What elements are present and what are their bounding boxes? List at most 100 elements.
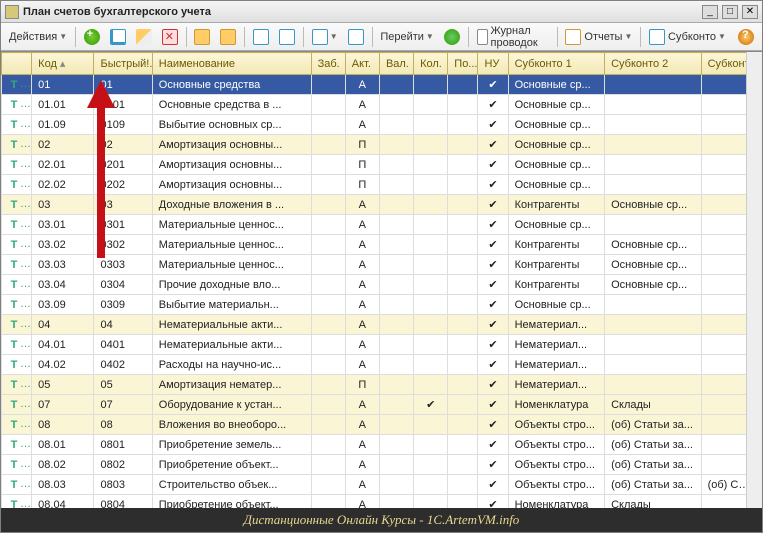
cell-s1: Номенклатура xyxy=(508,395,605,415)
refresh-button[interactable] xyxy=(440,26,464,48)
col-code[interactable]: Код ▴ xyxy=(32,53,94,75)
cell-s1: Контрагенты xyxy=(508,195,605,215)
actions-menu[interactable]: Действия▼ xyxy=(5,26,71,48)
account-icon: T xyxy=(8,79,20,91)
cell-s2 xyxy=(605,175,702,195)
cell-po xyxy=(448,335,478,355)
cell-po xyxy=(448,275,478,295)
table-row[interactable]: T08.040804Приобретение объект...А✔Номенк… xyxy=(2,495,762,509)
col-s2[interactable]: Субконто 2 xyxy=(605,53,702,75)
folder1-button[interactable] xyxy=(190,26,214,48)
cell-code: 08.01 xyxy=(32,435,94,455)
cell-nu: ✔ xyxy=(478,375,508,395)
maximize-button[interactable]: □ xyxy=(722,5,738,19)
doc1-button[interactable] xyxy=(249,26,273,48)
col-icon[interactable] xyxy=(2,53,32,75)
cell-s2: Основные ср... xyxy=(605,255,702,275)
table-row[interactable]: T0303Доходные вложения в ...А✔Контрагент… xyxy=(2,195,762,215)
cell-zab xyxy=(311,335,345,355)
table-row[interactable]: T03.020302Материальные ценнос...А✔Контра… xyxy=(2,235,762,255)
table-row[interactable]: T08.030803Строительство объек...А✔Объект… xyxy=(2,475,762,495)
cell-po xyxy=(448,95,478,115)
col-fast[interactable]: Быстрый!... xyxy=(94,53,152,75)
table-row[interactable]: T0808Вложения во внеоборо...А✔Объекты ст… xyxy=(2,415,762,435)
table-row[interactable]: T01.090109Выбытие основных ср...А✔Основн… xyxy=(2,115,762,135)
table-row[interactable]: T08.010801Приобретение земель...А✔Объект… xyxy=(2,435,762,455)
table-row[interactable]: T03.090309Выбытие материальн...А✔Основны… xyxy=(2,295,762,315)
table-row[interactable]: T03.010301Материальные ценнос...А✔Основн… xyxy=(2,215,762,235)
subkonto-menu[interactable]: Субконто▼ xyxy=(645,26,730,48)
table-row[interactable]: T0505Амортизация нематер...П✔Нематериал.… xyxy=(2,375,762,395)
col-kol[interactable]: Кол. xyxy=(414,53,448,75)
col-nu[interactable]: НУ xyxy=(478,53,508,75)
cell-s1: Нематериал... xyxy=(508,315,605,335)
delete-button[interactable] xyxy=(158,26,182,48)
cell-akt: А xyxy=(345,495,379,509)
table-row[interactable]: T0707Оборудование к устан...А✔✔Номенклат… xyxy=(2,395,762,415)
cell-po xyxy=(448,495,478,509)
edit-button[interactable] xyxy=(132,26,156,48)
account-icon: T xyxy=(8,139,20,151)
close-button[interactable]: ✕ xyxy=(742,5,758,19)
cell-code: 01.09 xyxy=(32,115,94,135)
table-row[interactable]: T0101Основные средстваА✔Основные ср... xyxy=(2,75,762,95)
cell-s1: Контрагенты xyxy=(508,255,605,275)
account-icon: T xyxy=(8,299,20,311)
col-zab[interactable]: Заб. xyxy=(311,53,345,75)
col-val[interactable]: Вал. xyxy=(379,53,413,75)
filter1-button[interactable]: ▼ xyxy=(308,26,342,48)
cell-fast: 0201 xyxy=(94,155,152,175)
cell-fast: 0402 xyxy=(94,355,152,375)
cell-code: 03.02 xyxy=(32,235,94,255)
cell-name: Доходные вложения в ... xyxy=(152,195,311,215)
goto-menu[interactable]: Перейти▼ xyxy=(376,26,438,48)
account-icon: T xyxy=(8,419,20,431)
cell-fast: 0302 xyxy=(94,235,152,255)
cell-po xyxy=(448,355,478,375)
col-name[interactable]: Наименование xyxy=(152,53,311,75)
table-row[interactable]: T04.010401Нематериальные акти...А✔Немате… xyxy=(2,335,762,355)
copy-button[interactable] xyxy=(106,26,130,48)
cell-fast: 0801 xyxy=(94,435,152,455)
cell-s2: Склады xyxy=(605,395,702,415)
help-button[interactable] xyxy=(734,26,758,48)
toolbar: Действия▼ ▼ Перейти▼ Журнал проводок Отч… xyxy=(1,23,762,51)
cell-val xyxy=(379,195,413,215)
folder2-button[interactable] xyxy=(216,26,240,48)
col-s1[interactable]: Субконто 1 xyxy=(508,53,605,75)
journal-button[interactable]: Журнал проводок xyxy=(473,26,553,48)
cell-nu: ✔ xyxy=(478,175,508,195)
table-row[interactable]: T03.030303Материальные ценнос...А✔Контра… xyxy=(2,255,762,275)
cell-fast: 04 xyxy=(94,315,152,335)
accounts-table[interactable]: Код ▴ Быстрый!... Наименование Заб. Акт.… xyxy=(1,52,762,508)
table-row[interactable]: T0404Нематериальные акти...А✔Нематериал.… xyxy=(2,315,762,335)
reports-menu[interactable]: Отчеты▼ xyxy=(561,26,636,48)
doc2-button[interactable] xyxy=(275,26,299,48)
cell-name: Приобретение объект... xyxy=(152,455,311,475)
cell-kol xyxy=(414,455,448,475)
table-row[interactable]: T04.020402Расходы на научно-ис...А✔Немат… xyxy=(2,355,762,375)
col-akt[interactable]: Акт. xyxy=(345,53,379,75)
table-row[interactable]: T08.020802Приобретение объект...А✔Объект… xyxy=(2,455,762,475)
app-icon xyxy=(5,5,19,19)
cell-kol xyxy=(414,275,448,295)
add-button[interactable] xyxy=(80,26,104,48)
table-row[interactable]: T01.010101Основные средства в ...А✔Основ… xyxy=(2,95,762,115)
cell-s2 xyxy=(605,95,702,115)
table-row[interactable]: T02.020202Амортизация основны...П✔Основн… xyxy=(2,175,762,195)
col-po[interactable]: По... xyxy=(448,53,478,75)
vertical-scrollbar[interactable] xyxy=(746,52,762,508)
account-icon: T xyxy=(8,219,20,231)
filter2-button[interactable] xyxy=(344,26,368,48)
cell-s1: Основные ср... xyxy=(508,75,605,95)
cell-po xyxy=(448,475,478,495)
window-title: План счетов бухгалтерского учета xyxy=(23,6,702,18)
table-row[interactable]: T02.010201Амортизация основны...П✔Основн… xyxy=(2,155,762,175)
cell-fast: 05 xyxy=(94,375,152,395)
cell-zab xyxy=(311,295,345,315)
table-row[interactable]: T03.040304Прочие доходные вло...А✔Контра… xyxy=(2,275,762,295)
cell-po xyxy=(448,215,478,235)
minimize-button[interactable]: _ xyxy=(702,5,718,19)
table-row[interactable]: T0202Амортизация основны...П✔Основные ср… xyxy=(2,135,762,155)
account-icon: T xyxy=(8,239,20,251)
